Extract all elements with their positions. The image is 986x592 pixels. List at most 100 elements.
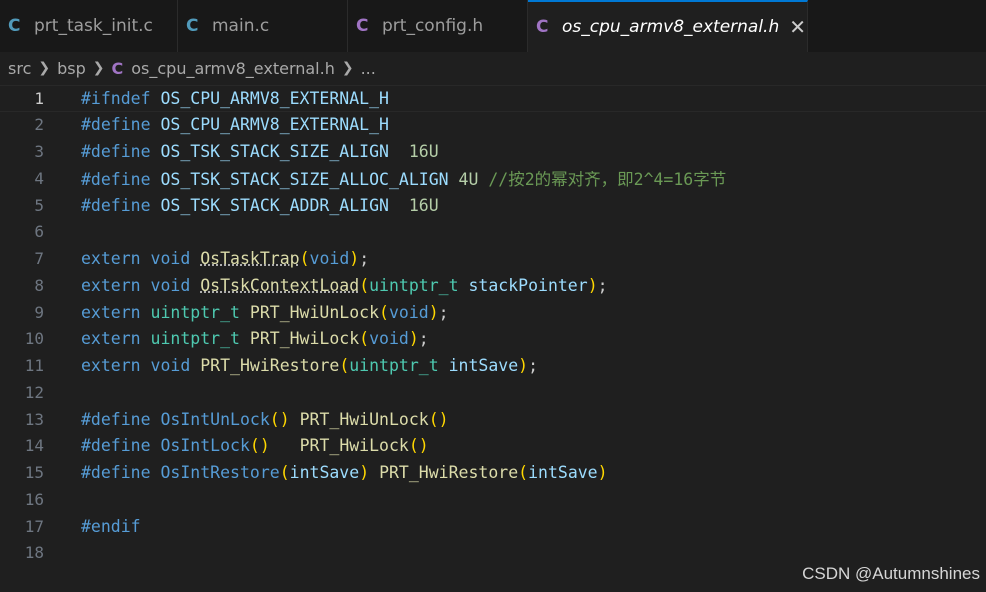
code-token: extern [81, 329, 141, 349]
code-token: uintptr_t [369, 275, 459, 295]
code-token: uintptr_t [150, 302, 240, 322]
code-token: intSave [528, 463, 598, 482]
code-line[interactable]: 3 #define OS_TSK_STACK_SIZE_ALIGN 16U [0, 138, 986, 165]
line-code: #endif [81, 517, 141, 536]
chevron-right-icon: ❯ [92, 60, 105, 76]
line-number: 13 [24, 409, 44, 429]
line-code: #ifndef OS_CPU_ARMV8_EXTERNAL_H [81, 89, 389, 108]
code-token: #ifndef [81, 88, 151, 108]
tab-prt-config-h[interactable]: Cprt_config.h [348, 0, 528, 52]
code-token: extern [81, 302, 141, 322]
code-token: uintptr_t [349, 356, 439, 375]
code-line[interactable]: 15 #define OsIntRestore(intSave) PRT_HwiR… [0, 459, 986, 486]
tab-label: prt_config.h [382, 16, 484, 36]
code-token: PRT_HwiUnLock [249, 302, 380, 322]
code-token: #define [81, 463, 151, 482]
tab-label: os_cpu_armv8_external.h [562, 17, 780, 37]
code-token: ; [438, 302, 449, 322]
code-line[interactable]: 18 [0, 539, 986, 566]
code-line[interactable]: 14 #define OsIntLock() PRT_HwiLock() [0, 432, 986, 459]
code-line[interactable]: 13 #define OsIntUnLock() PRT_HwiUnLock() [0, 406, 986, 433]
watermark: CSDN @Autumnshines [802, 564, 980, 583]
code-token: ) [349, 249, 360, 268]
tab-bar: Cprt_task_init.c Cmain.c Cprt_config.h Cos_… [0, 0, 986, 52]
line-code: extern uintptr_t PRT_HwiLock(void); [81, 329, 429, 348]
line-code: #define OsIntLock() PRT_HwiLock() [81, 436, 429, 455]
breadcrumb-bsp[interactable]: bsp [57, 59, 86, 78]
tab-prt-task-init-c[interactable]: Cprt_task_init.c [0, 0, 178, 52]
line-number: 6 [34, 222, 44, 242]
line-code: extern void OsTskContextLoad(uintptr_t s… [81, 276, 608, 295]
code-token: #define [81, 195, 151, 215]
code-token: ( [359, 329, 370, 349]
code-token: ) [587, 275, 598, 295]
code-token: stackPointer [468, 275, 588, 295]
code-token: OsIntLock [160, 436, 250, 456]
close-icon[interactable]: ✕ [789, 15, 806, 39]
code-token: void [309, 249, 350, 268]
code-token: PRT_HwiLock [249, 329, 360, 349]
code-token: //按2的幂对齐，即2^4=16字节 [488, 170, 727, 190]
code-line[interactable]: 2 #define OS_CPU_ARMV8_EXTERNAL_H [0, 111, 986, 138]
chevron-right-icon: ❯ [38, 60, 51, 76]
code-token: PRT_HwiUnLock [299, 409, 429, 429]
code-token: 4U [458, 170, 479, 190]
code-line[interactable]: 7 extern void OsTaskTrap(void); [0, 245, 986, 272]
code-token: OsIntUnLock [160, 409, 270, 429]
code-token: intSave [448, 356, 519, 375]
code-line[interactable]: 8 extern void OsTskContextLoad(uintptr_t … [0, 272, 986, 299]
code-token: void [150, 275, 191, 295]
code-token: ) [428, 302, 439, 322]
code-line[interactable]: 11 extern void PRT_HwiRestore(uintptr_t i… [0, 352, 986, 379]
code-token: uintptr_t [150, 329, 240, 349]
code-token: void [150, 249, 191, 268]
code-token: ( [359, 275, 370, 295]
line-code: extern void PRT_HwiRestore(uintptr_t int… [81, 356, 538, 375]
line-number: 8 [34, 275, 44, 295]
code-token: extern [81, 249, 141, 268]
breadcrumb: src ❯ bsp ❯ C os_cpu_armv8_external.h ❯ … [0, 52, 986, 84]
code-token: ( [339, 356, 350, 375]
line-number: 9 [34, 302, 44, 322]
breadcrumb-file[interactable]: os_cpu_armv8_external.h [131, 59, 335, 78]
line-code: extern void OsTaskTrap(void); [81, 249, 369, 268]
code-token: ( [379, 302, 389, 322]
chevron-right-icon: ❯ [341, 60, 354, 76]
tab-label: prt_task_init.c [34, 16, 153, 36]
code-token: () [408, 436, 429, 456]
breadcrumb-more[interactable]: ... [361, 59, 376, 78]
code-line[interactable]: 4 #define OS_TSK_STACK_SIZE_ALLOC_ALIGN 4… [0, 165, 986, 192]
breadcrumb-src[interactable]: src [8, 59, 31, 78]
code-token: void [388, 302, 429, 322]
code-token: PRT_HwiLock [299, 436, 409, 456]
code-line[interactable]: 17 #endif [0, 513, 986, 540]
code-line[interactable]: 9 extern uintptr_t PRT_HwiUnLock(void); [0, 299, 986, 326]
line-number: 5 [34, 195, 44, 215]
code-line[interactable]: 10 extern uintptr_t PRT_HwiLock(void); [0, 325, 986, 352]
tab-os-cpu-armv8-external-h[interactable]: Cos_cpu_armv8_external.h ✕ [528, 0, 808, 52]
code-line[interactable]: 6 [0, 218, 986, 245]
tab-main-c[interactable]: Cmain.c [178, 0, 348, 52]
code-token: PRT_HwiRestore [379, 463, 519, 482]
code-token: ; [597, 275, 608, 295]
code-token: OS_CPU_ARMV8_EXTERNAL_H [160, 115, 389, 135]
code-line[interactable]: 1 #ifndef OS_CPU_ARMV8_EXTERNAL_H [0, 84, 986, 112]
code-token: OS_TSK_STACK_SIZE_ALLOC_ALIGN [160, 170, 449, 190]
code-token: ( [299, 249, 310, 268]
code-editor[interactable]: 1 #ifndef OS_CPU_ARMV8_EXTERNAL_H 2 #define… [0, 84, 986, 592]
line-code: #define OsIntRestore(intSave) PRT_HwiRes… [81, 463, 608, 482]
code-token: OsIntRestore [160, 463, 280, 482]
code-token: OS_TSK_STACK_ADDR_ALIGN [160, 195, 389, 215]
code-line[interactable]: 16 [0, 486, 986, 513]
code-line[interactable]: 5 #define OS_TSK_STACK_ADDR_ALIGN 16U [0, 192, 986, 219]
code-line[interactable]: 12 [0, 379, 986, 406]
